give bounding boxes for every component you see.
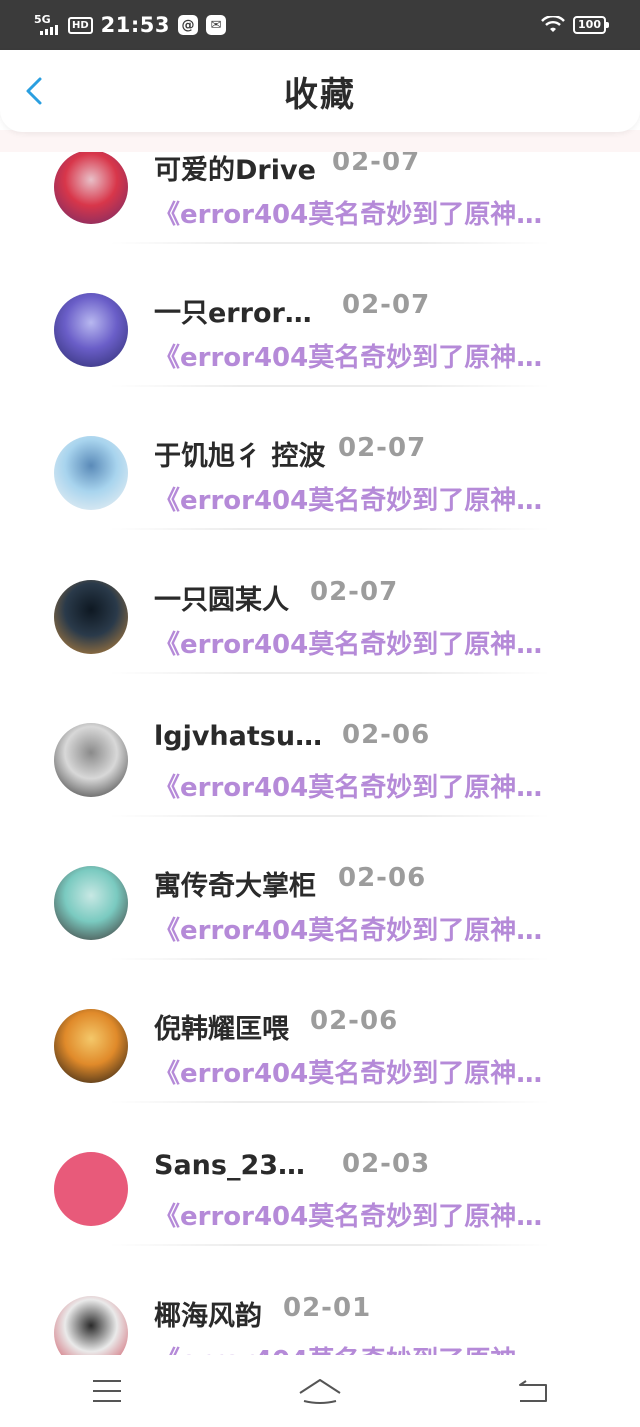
favorite-date: 02-06 <box>338 863 427 893</box>
user-name: lgjvhatsu… <box>154 720 323 752</box>
back-arrow-icon[interactable] <box>20 76 50 106</box>
article-title-link[interactable]: 《error404莫名奇妙到了原神… <box>154 1053 542 1090</box>
favorite-date: 02-06 <box>310 1006 399 1037</box>
article-title-link[interactable]: 《error404莫名奇妙到了原神… <box>154 910 542 947</box>
user-name: 可爱的Drive <box>154 155 316 186</box>
favorite-date: 02-06 <box>342 719 431 750</box>
article-title-link[interactable]: 《error404莫名奇妙到了原神… <box>154 194 542 231</box>
article-title-link[interactable]: 《error404莫名奇妙到了原神… <box>154 1196 542 1233</box>
favorite-date: 02-07 <box>342 290 431 321</box>
clock: 21:53 <box>100 13 171 37</box>
status-bar: 5G HD 21:53 @ ✉ 100 <box>0 0 640 50</box>
favorite-date: 02-03 <box>342 1149 431 1180</box>
wifi-icon <box>541 16 565 32</box>
user-name: 倪韩耀匡喂 <box>154 1014 289 1046</box>
divider <box>110 814 550 817</box>
page-title: 收藏 <box>284 74 356 115</box>
favorite-date: 02-01 <box>283 1292 372 1323</box>
divider <box>110 242 550 244</box>
list-item[interactable]: 椰海风韵 02-01 《error404莫名奇妙到了原神… <box>0 1292 640 1355</box>
list-item[interactable]: 一只圆某人 02-07 《error404莫名奇妙到了原神… <box>0 576 640 723</box>
divider <box>110 528 550 531</box>
hd-badge: HD <box>68 16 93 34</box>
article-title-link[interactable]: 《error404莫名奇妙到了原神… <box>154 767 542 804</box>
avatar[interactable] <box>54 1009 128 1084</box>
message-app-icon: ✉ <box>206 15 227 35</box>
avatar[interactable] <box>54 293 128 368</box>
header-bar: 收藏 <box>0 50 640 132</box>
divider <box>110 1101 550 1104</box>
user-name: 一只error… <box>154 298 312 330</box>
divider <box>110 671 550 674</box>
article-title-link[interactable]: 《error404莫名奇妙到了原神… <box>154 337 542 374</box>
user-name: 寓传奇大掌柜 <box>154 871 316 902</box>
list-item[interactable]: 倪韩耀匡喂 02-06 《error404莫名奇妙到了原神… <box>0 1006 640 1152</box>
back-icon[interactable] <box>503 1371 563 1411</box>
favorite-date: 02-07 <box>310 576 399 607</box>
cellular-signal-icon: 5G <box>34 13 60 37</box>
divider <box>110 1244 550 1247</box>
avatar[interactable] <box>54 866 128 940</box>
user-name: 于饥旭彳 控波 <box>154 441 326 473</box>
header-shadow <box>0 130 640 152</box>
divider <box>110 385 550 388</box>
avatar[interactable] <box>54 1295 128 1355</box>
favorites-list: 可爱的Drive 02-07 《error404莫名奇妙到了原神… 一只error… 0… <box>0 150 640 1355</box>
list-item[interactable]: lgjvhatsu… 02-06 《error404莫名奇妙到了原神… <box>0 719 640 866</box>
system-nav-bar <box>0 1355 640 1427</box>
list-item[interactable]: Sans_23… 02-03 《error404莫名奇妙到了原神… <box>0 1149 640 1295</box>
avatar[interactable] <box>54 579 128 654</box>
divider <box>110 958 550 960</box>
avatar[interactable] <box>54 1152 128 1227</box>
list-item[interactable]: 于饥旭彳 控波 02-07 《error404莫名奇妙到了原神… <box>0 433 640 579</box>
article-title-link[interactable]: 《error404莫名奇妙到了原神… <box>154 1340 542 1355</box>
menu-icon[interactable] <box>77 1371 137 1411</box>
user-name: 椰海风韵 <box>154 1300 262 1332</box>
home-icon[interactable] <box>290 1371 350 1411</box>
user-name: Sans_23… <box>154 1150 306 1182</box>
article-title-link[interactable]: 《error404莫名奇妙到了原神… <box>154 480 542 517</box>
favorite-date: 02-07 <box>332 150 421 177</box>
list-item[interactable]: 寓传奇大掌柜 02-06 《error404莫名奇妙到了原神… <box>0 863 640 1009</box>
article-title-link[interactable]: 《error404莫名奇妙到了原神… <box>154 624 542 661</box>
avatar[interactable] <box>54 722 128 797</box>
notification-app-icon: @ <box>178 15 199 35</box>
avatar[interactable] <box>54 150 128 224</box>
battery-icon: 100 <box>573 16 609 34</box>
avatar[interactable] <box>54 436 128 511</box>
favorite-date: 02-07 <box>338 433 427 464</box>
list-item[interactable]: 可爱的Drive 02-07 《error404莫名奇妙到了原神… <box>0 150 640 293</box>
user-name: 一只圆某人 <box>154 584 289 616</box>
list-item[interactable]: 一只error… 02-07 《error404莫名奇妙到了原神… <box>0 290 640 436</box>
